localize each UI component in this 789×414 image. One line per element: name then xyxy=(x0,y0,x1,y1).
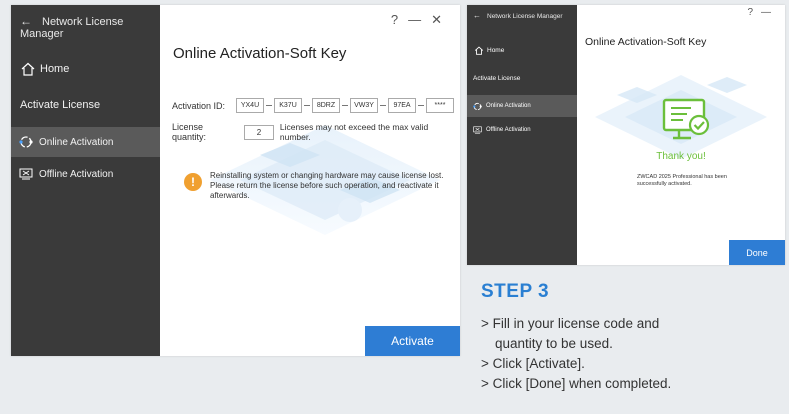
activation-id-row: Activation ID: YX4U K37U 8DRZ VW3Y 97EA … xyxy=(172,98,454,113)
key-input-3[interactable]: 8DRZ xyxy=(312,98,340,113)
main-panel: ?— Online Activation-Soft Key Thank you!… xyxy=(577,5,785,265)
key-input-4[interactable]: VW3Y xyxy=(350,98,378,113)
instruction-line: > Click [Activate]. xyxy=(481,356,585,371)
sidebar-item-offline-activation[interactable]: Offline Activation xyxy=(467,119,577,141)
step-instructions: > Fill in your license code and quantity… xyxy=(481,314,671,394)
warning-icon: ! xyxy=(184,173,202,191)
online-activation-icon xyxy=(19,136,33,148)
back-arrow-icon[interactable]: ← xyxy=(473,11,481,20)
activation-id-label: Activation ID: xyxy=(172,100,226,111)
sidebar-item-online-activation[interactable]: Online Activation xyxy=(467,95,577,117)
close-icon[interactable]: ✕ xyxy=(431,12,452,27)
sidebar-item-label: Offline Activation xyxy=(39,168,114,180)
help-icon[interactable]: ? xyxy=(391,12,408,27)
home-icon xyxy=(21,62,35,76)
minimize-icon[interactable]: — xyxy=(761,7,779,18)
app-title: Network License Manager xyxy=(487,13,563,20)
license-quantity-label: License quantity: xyxy=(172,122,207,142)
license-quantity-note: Licenses may not exceed the max valid nu… xyxy=(279,122,429,142)
sidebar-section-activate-license: Activate License xyxy=(20,99,101,111)
offline-activation-icon xyxy=(19,168,33,180)
done-button[interactable]: Done xyxy=(729,240,785,265)
instruction-line: > Fill in your license code and xyxy=(481,316,660,331)
step-title: STEP 3 xyxy=(481,281,550,302)
window-title: ← Network License Manager xyxy=(473,11,563,20)
key-input-5[interactable]: 97EA xyxy=(388,98,416,113)
home-icon xyxy=(474,46,484,55)
monitor-check-icon xyxy=(662,98,710,140)
help-icon[interactable]: ? xyxy=(747,7,761,18)
key-input-6[interactable]: **** xyxy=(426,98,454,113)
success-message: ZWCAD 2025 Professional has been success… xyxy=(637,174,727,187)
window-title: ← Network License Manager xyxy=(20,14,160,40)
key-input-2[interactable]: K37U xyxy=(274,98,302,113)
main-panel: ?—✕ Online Activation-Soft Key Activatio… xyxy=(160,5,460,356)
back-arrow-icon[interactable]: ← xyxy=(20,14,32,28)
home-label: Home xyxy=(40,63,70,75)
warning-text: Reinstalling system or changing hardware… xyxy=(210,171,444,200)
offline-activation-icon xyxy=(473,126,482,134)
instruction-line: > Click [Done] when completed. xyxy=(481,376,672,391)
instruction-line: quantity to be used. xyxy=(495,336,613,351)
window-controls: ?—✕ xyxy=(391,12,452,28)
license-quantity-row: License quantity: 2 Licenses may not exc… xyxy=(172,122,460,142)
page-title: Online Activation-Soft Key xyxy=(173,45,347,62)
warning-notice: ! Reinstalling system or changing hardwa… xyxy=(184,171,460,201)
sidebar-item-label: Offline Activation xyxy=(486,127,531,133)
sidebar-item-offline-activation[interactable]: Offline Activation xyxy=(11,159,160,189)
sidebar-item-label: Online Activation xyxy=(486,103,531,109)
sidebar-section-activate-license: Activate License xyxy=(473,75,521,82)
window-controls: ?— xyxy=(747,7,779,18)
sidebar-item-home[interactable]: Home xyxy=(474,46,504,55)
sidebar-item-online-activation[interactable]: Online Activation xyxy=(11,127,160,157)
license-quantity-input[interactable]: 2 xyxy=(244,124,274,140)
license-manager-window: ← Network License Manager Home Activate L… xyxy=(11,5,460,356)
key-input-1[interactable]: YX4U xyxy=(236,98,264,113)
sidebar-item-label: Online Activation xyxy=(39,136,114,148)
minimize-icon[interactable]: — xyxy=(408,12,431,27)
sidebar: ← Network License Manager Home Activate L… xyxy=(11,5,160,356)
activate-button[interactable]: Activate xyxy=(365,326,460,356)
page-title: Online Activation-Soft Key xyxy=(585,36,707,48)
sidebar-item-home[interactable]: Home xyxy=(20,62,69,76)
sidebar: ← Network License Manager Home Activate L… xyxy=(467,5,577,265)
thank-you-text: Thank you! xyxy=(656,151,706,162)
license-manager-window-success: ← Network License Manager Home Activate L… xyxy=(467,5,785,265)
online-activation-icon xyxy=(473,102,482,110)
home-label: Home xyxy=(487,47,505,54)
app-title: Network License Manager xyxy=(20,16,124,40)
